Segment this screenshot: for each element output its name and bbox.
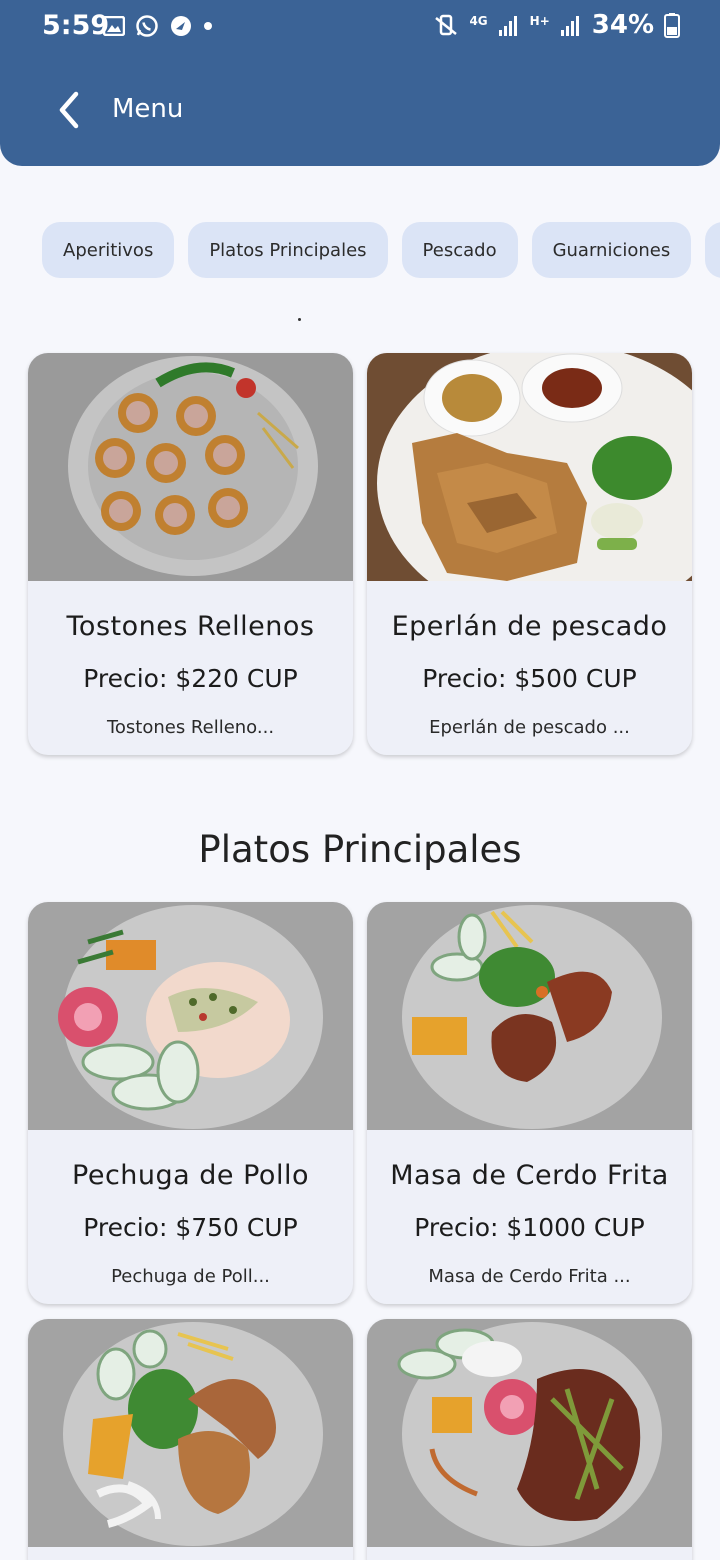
vibrate-icon xyxy=(435,14,458,36)
system-indicators: 4G H+ 34% xyxy=(433,10,680,40)
tab-partial[interactable] xyxy=(705,222,720,278)
menu-card[interactable]: Masa de Cerdo Frita Precio: $1000 CUP Ma… xyxy=(367,902,692,1304)
battery-icon xyxy=(664,13,680,38)
category-tabs: Aperitivos Platos Principales Pescado Gu… xyxy=(42,222,720,278)
dish-name: Pechuga de Pollo xyxy=(72,1160,309,1191)
dish-photo xyxy=(367,353,692,581)
app-bar: Menu xyxy=(0,70,720,150)
dish-photo xyxy=(367,902,692,1130)
back-button[interactable] xyxy=(50,88,90,132)
dish-price: Precio: $500 CUP xyxy=(422,664,637,693)
dish-description: Tostones Relleno... xyxy=(106,717,275,738)
separator-dot xyxy=(298,318,301,321)
signal-icon xyxy=(498,16,517,36)
dish-photo xyxy=(28,1319,353,1547)
network-type: 4G xyxy=(469,14,488,28)
section-title: Platos Principales xyxy=(198,828,522,871)
browser-icon xyxy=(171,16,191,36)
dish-name: Tostones Rellenos xyxy=(66,611,315,642)
whatsapp-icon xyxy=(136,15,158,37)
battery-percent: 34% xyxy=(591,10,654,40)
gallery-icon xyxy=(103,16,125,36)
dish-photo xyxy=(28,353,353,581)
dish-photo xyxy=(367,1319,692,1547)
dish-description: Pechuga de Poll... xyxy=(111,1266,270,1287)
status-bar: 5:59 4G H+ 34% xyxy=(0,0,720,56)
dish-name: Masa de Cerdo Frita xyxy=(390,1160,669,1191)
signal-icon-2 xyxy=(560,16,579,36)
dish-price: Precio: $750 CUP xyxy=(83,1213,298,1242)
chevron-left-icon xyxy=(59,91,79,129)
dish-description: Masa de Cerdo Frita ... xyxy=(428,1266,631,1287)
dish-photo xyxy=(28,902,353,1130)
status-time: 5:59 xyxy=(42,10,110,41)
menu-card[interactable] xyxy=(367,1319,692,1560)
dish-name: Eperlán de pescado xyxy=(391,611,668,642)
dish-price: Precio: $1000 CUP xyxy=(414,1213,645,1242)
tab-aperitivos[interactable]: Aperitivos xyxy=(42,222,175,278)
dish-description: Eperlán de pescado ... xyxy=(429,717,630,738)
app-header: 5:59 4G H+ 34% Menu xyxy=(0,0,720,166)
menu-card[interactable] xyxy=(28,1319,353,1560)
menu-card[interactable]: Pechuga de Pollo Precio: $750 CUP Pechug… xyxy=(28,902,353,1304)
tab-platos-principales[interactable]: Platos Principales xyxy=(188,222,388,278)
dish-price: Precio: $220 CUP xyxy=(83,664,298,693)
network-type-2: H+ xyxy=(529,14,550,28)
menu-card[interactable]: Tostones Rellenos Precio: $220 CUP Tosto… xyxy=(28,353,353,755)
tab-pescado[interactable]: Pescado xyxy=(401,222,518,278)
notification-icons xyxy=(103,14,213,38)
menu-card[interactable]: Eperlán de pescado Precio: $500 CUP Eper… xyxy=(367,353,692,755)
notification-dot-icon xyxy=(204,22,212,30)
tab-guarniciones[interactable]: Guarniciones xyxy=(531,222,692,278)
page-title: Menu xyxy=(112,94,184,124)
